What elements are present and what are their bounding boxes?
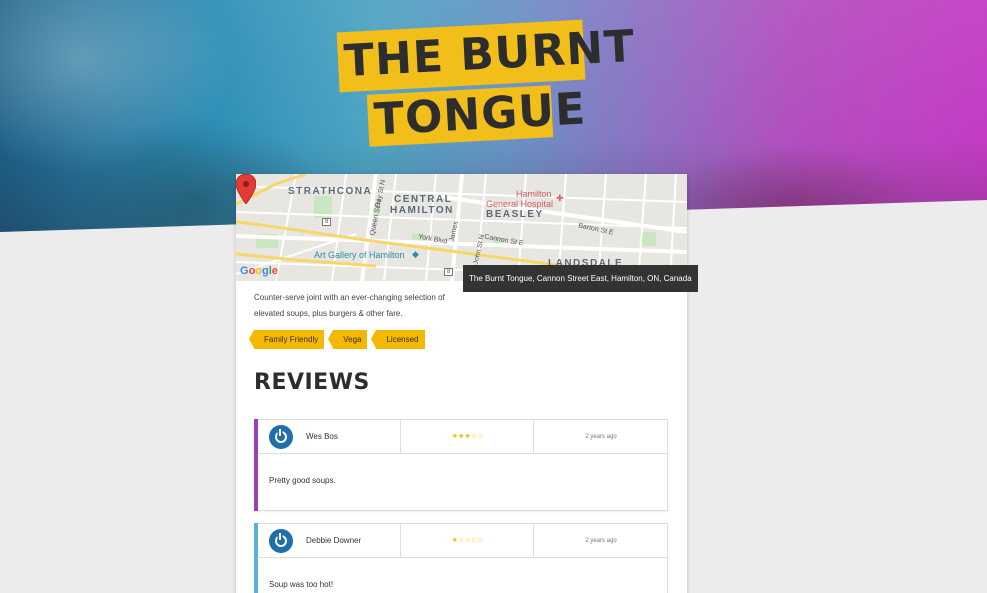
- google-logo[interactable]: Google: [240, 265, 278, 277]
- review-stars: ★☆☆☆☆: [451, 537, 484, 544]
- review-stars: ★★★☆☆: [451, 433, 484, 440]
- review-card: Wes Bos ★★★☆☆ 2 years ago Pretty good so…: [254, 419, 668, 511]
- review-header: Debbie Downer ★☆☆☆☆ 2 years ago: [258, 524, 668, 558]
- review-rating-cell: ★★★☆☆: [401, 420, 534, 454]
- hospital-icon: ✚: [556, 193, 564, 203]
- review-text: Pretty good soups.: [269, 476, 336, 485]
- review-time-cell: 2 years ago: [534, 524, 668, 558]
- map-poi-gallery: Art Gallery of Hamilton: [314, 250, 405, 260]
- map-label-strathcona: STRATHCONA: [288, 186, 373, 197]
- tag-vega: Vega: [328, 330, 368, 349]
- gallery-icon: ◆: [412, 249, 419, 259]
- store-description: Counter-serve joint with an ever-changin…: [254, 293, 445, 318]
- map-label-hamilton: HAMILTON: [390, 205, 454, 216]
- highway-shield: 8: [322, 218, 332, 226]
- review-author[interactable]: Wes Bos: [306, 432, 338, 441]
- tag-family-friendly: Family Friendly: [248, 330, 325, 349]
- review-time: 2 years ago: [585, 538, 617, 544]
- review-time-cell: 2 years ago: [534, 420, 668, 454]
- store-title-line-1: THE BURNT: [336, 19, 636, 93]
- review-card: Debbie Downer ★☆☆☆☆ 2 years ago Soup was…: [254, 523, 668, 593]
- store-title: THE BURNT TONGUE: [336, 18, 636, 148]
- map-label-central: CENTRAL: [394, 194, 453, 205]
- review-text: Soup was too hot!: [269, 580, 334, 589]
- map-pin-icon[interactable]: [236, 174, 256, 204]
- review-author[interactable]: Debbie Downer: [306, 536, 361, 545]
- review-author-cell: Debbie Downer: [258, 524, 401, 558]
- review-rating-cell: ★☆☆☆☆: [401, 524, 534, 558]
- store-card: STRATHCONA CENTRAL HAMILTON BEASLEY LAND…: [236, 174, 687, 593]
- highway-shield: 8: [444, 268, 454, 276]
- tag-licensed: Licensed: [371, 330, 425, 349]
- store-title-line-2: TONGUE: [366, 83, 587, 147]
- store-tags: Family Friendly Vega Licensed: [248, 330, 425, 349]
- review-header: Wes Bos ★★★☆☆ 2 years ago: [258, 420, 668, 454]
- avatar[interactable]: [269, 529, 293, 553]
- review-author-cell: Wes Bos: [258, 420, 401, 454]
- map-label-beasley: BEASLEY: [486, 209, 544, 220]
- avatar[interactable]: [269, 425, 293, 449]
- reviews-heading: REVIEWS: [254, 370, 370, 395]
- map-tooltip: The Burnt Tongue, Cannon Street East, Ha…: [463, 265, 698, 292]
- map-poi-hospital-line2: General Hospital: [486, 199, 554, 209]
- map-poi-hospital-line1: Hamilton: [516, 189, 552, 199]
- review-time: 2 years ago: [585, 434, 617, 440]
